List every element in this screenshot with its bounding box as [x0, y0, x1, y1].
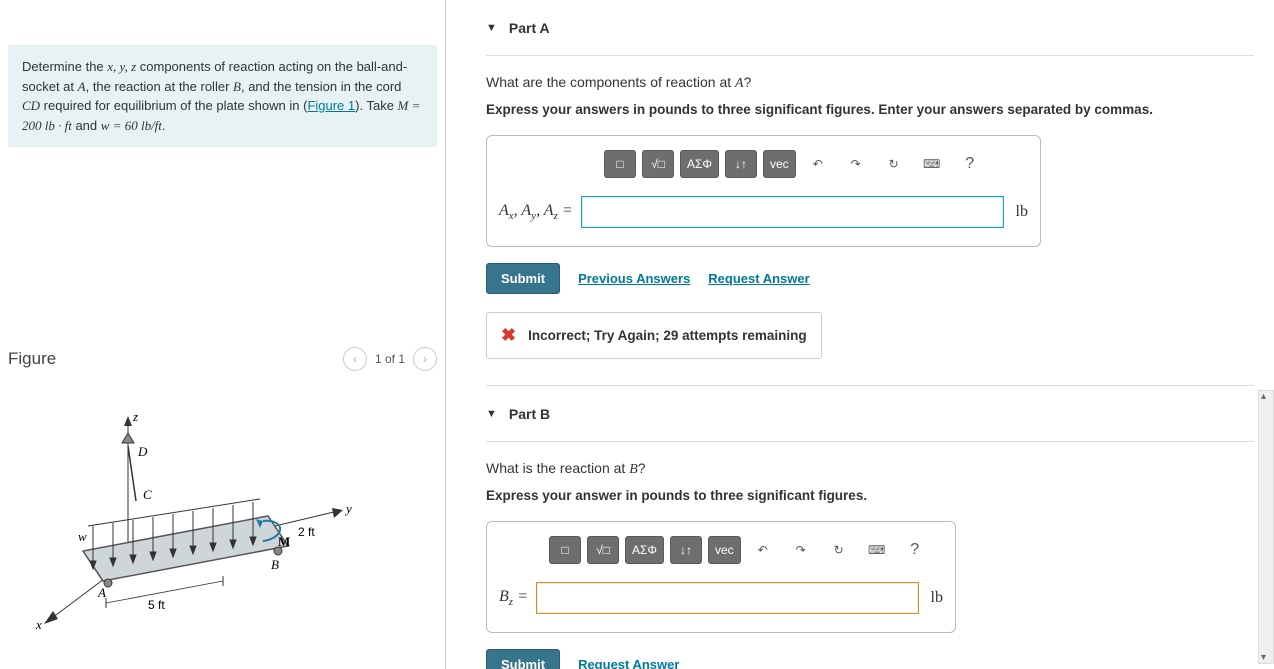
- label-w: w: [78, 529, 87, 544]
- part-b-toolbar: □ √□ ΑΣΦ ↓↑ vec ↶ ↷ ↻ ⌨ ?: [549, 536, 943, 564]
- reset-button[interactable]: ↻: [823, 536, 855, 564]
- part-a-question: What are the components of reaction at A…: [486, 74, 1254, 92]
- vec-button[interactable]: vec: [763, 150, 796, 178]
- label-A: A: [97, 585, 106, 600]
- part-a-answer-box: □ √□ ΑΣΦ ↓↑ vec ↶ ↷ ↻ ⌨ ? Ax, Ay, Az =: [486, 135, 1041, 247]
- text: What are the components of reaction at: [486, 74, 735, 90]
- help-button[interactable]: ?: [899, 536, 931, 564]
- part-a-request-answer-link[interactable]: Request Answer: [708, 271, 809, 286]
- part-b-answer-box: □ √□ ΑΣΦ ↓↑ vec ↶ ↷ ↻ ⌨ ? Bz = lb: [486, 521, 956, 633]
- templates-button[interactable]: □: [549, 536, 581, 564]
- text: ?: [638, 460, 646, 476]
- figure-next-button[interactable]: ›: [413, 347, 437, 371]
- caret-down-icon: ▼: [486, 408, 497, 420]
- text: What is the reaction at: [486, 460, 629, 476]
- caret-down-icon: ▼: [486, 22, 497, 34]
- text: .: [162, 118, 166, 133]
- part-a-header[interactable]: ▼ Part A: [486, 10, 1254, 47]
- axis-y: y: [344, 501, 352, 516]
- part-a-unit: lb: [1016, 203, 1028, 221]
- math-CD: CD: [22, 98, 40, 113]
- part-b-submit-button[interactable]: Submit: [486, 649, 560, 669]
- part-b-answer-input[interactable]: [536, 582, 919, 614]
- label-B: B: [271, 557, 279, 572]
- label-D: D: [137, 444, 148, 459]
- part-b-header[interactable]: ▼ Part B: [486, 396, 1254, 433]
- figure-count: 1 of 1: [375, 352, 405, 366]
- math-A: A: [78, 79, 86, 94]
- greek-button[interactable]: ΑΣΦ: [625, 536, 664, 564]
- dim-2ft: 2 ft: [298, 525, 315, 539]
- sqrt-button[interactable]: √□: [587, 536, 619, 564]
- templates-button[interactable]: □: [604, 150, 636, 178]
- left-scrollbar[interactable]: [1258, 390, 1274, 664]
- text: , the reaction at the roller: [86, 79, 233, 94]
- updown-button[interactable]: ↓↑: [670, 536, 702, 564]
- part-a-toolbar: □ √□ ΑΣΦ ↓↑ vec ↶ ↷ ↻ ⌨ ?: [604, 150, 1028, 178]
- vec-button[interactable]: vec: [708, 536, 741, 564]
- figure-diagram: z y x: [8, 391, 437, 669]
- label-C: C: [143, 487, 152, 502]
- math-vars: x, y, z: [107, 59, 136, 74]
- redo-button[interactable]: ↷: [785, 536, 817, 564]
- redo-button[interactable]: ↷: [840, 150, 872, 178]
- text: and: [72, 118, 101, 133]
- math-w: w = 60 lb/ft: [101, 118, 162, 133]
- part-b-instruction: Express your answer in pounds to three s…: [486, 488, 1254, 503]
- sqrt-button[interactable]: √□: [642, 150, 674, 178]
- greek-button[interactable]: ΑΣΦ: [680, 150, 719, 178]
- text: required for equilibrium of the plate sh…: [40, 98, 307, 113]
- part-a-instruction: Express your answers in pounds to three …: [486, 102, 1254, 117]
- incorrect-icon: ✖: [501, 325, 516, 346]
- text: ). Take: [355, 98, 397, 113]
- help-button[interactable]: ?: [954, 150, 986, 178]
- feedback-text: Incorrect; Try Again; 29 attempts remain…: [528, 328, 807, 343]
- text: Determine the: [22, 59, 107, 74]
- figure-link[interactable]: Figure 1: [307, 98, 355, 113]
- part-a-title: Part A: [509, 20, 550, 36]
- axis-z: z: [132, 409, 138, 424]
- part-a-submit-button[interactable]: Submit: [486, 263, 560, 294]
- text: , and the tension in the cord: [241, 79, 401, 94]
- math-B: B: [233, 79, 241, 94]
- part-b-block: ▼ Part B What is the reaction at B? Expr…: [486, 396, 1254, 669]
- keyboard-button[interactable]: ⌨: [916, 150, 948, 178]
- text: ?: [744, 74, 752, 90]
- updown-button[interactable]: ↓↑: [725, 150, 757, 178]
- label-M: M: [278, 534, 290, 549]
- part-a-input-label: Ax, Ay, Az =: [499, 202, 573, 222]
- figure-title: Figure: [8, 349, 343, 369]
- undo-button[interactable]: ↶: [802, 150, 834, 178]
- part-b-input-label: Bz =: [499, 588, 528, 608]
- part-a-feedback: ✖ Incorrect; Try Again; 29 attempts rema…: [486, 312, 822, 359]
- part-b-request-answer-link[interactable]: Request Answer: [578, 657, 679, 669]
- undo-button[interactable]: ↶: [747, 536, 779, 564]
- part-b-title: Part B: [509, 406, 550, 422]
- part-a-previous-answers-link[interactable]: Previous Answers: [578, 271, 690, 286]
- figure-prev-button[interactable]: ‹: [343, 347, 367, 371]
- part-b-unit: lb: [931, 589, 943, 607]
- part-a-answer-input[interactable]: [581, 196, 1004, 228]
- dim-5ft: 5 ft: [148, 598, 165, 612]
- keyboard-button[interactable]: ⌨: [861, 536, 893, 564]
- part-a-block: ▼ Part A What are the components of reac…: [486, 10, 1254, 377]
- problem-statement: Determine the x, y, z components of reac…: [8, 45, 437, 147]
- part-b-question: What is the reaction at B?: [486, 460, 1254, 478]
- math-B: B: [629, 462, 638, 477]
- math-A: A: [735, 76, 744, 91]
- reset-button[interactable]: ↻: [878, 150, 910, 178]
- axis-x: x: [35, 617, 42, 632]
